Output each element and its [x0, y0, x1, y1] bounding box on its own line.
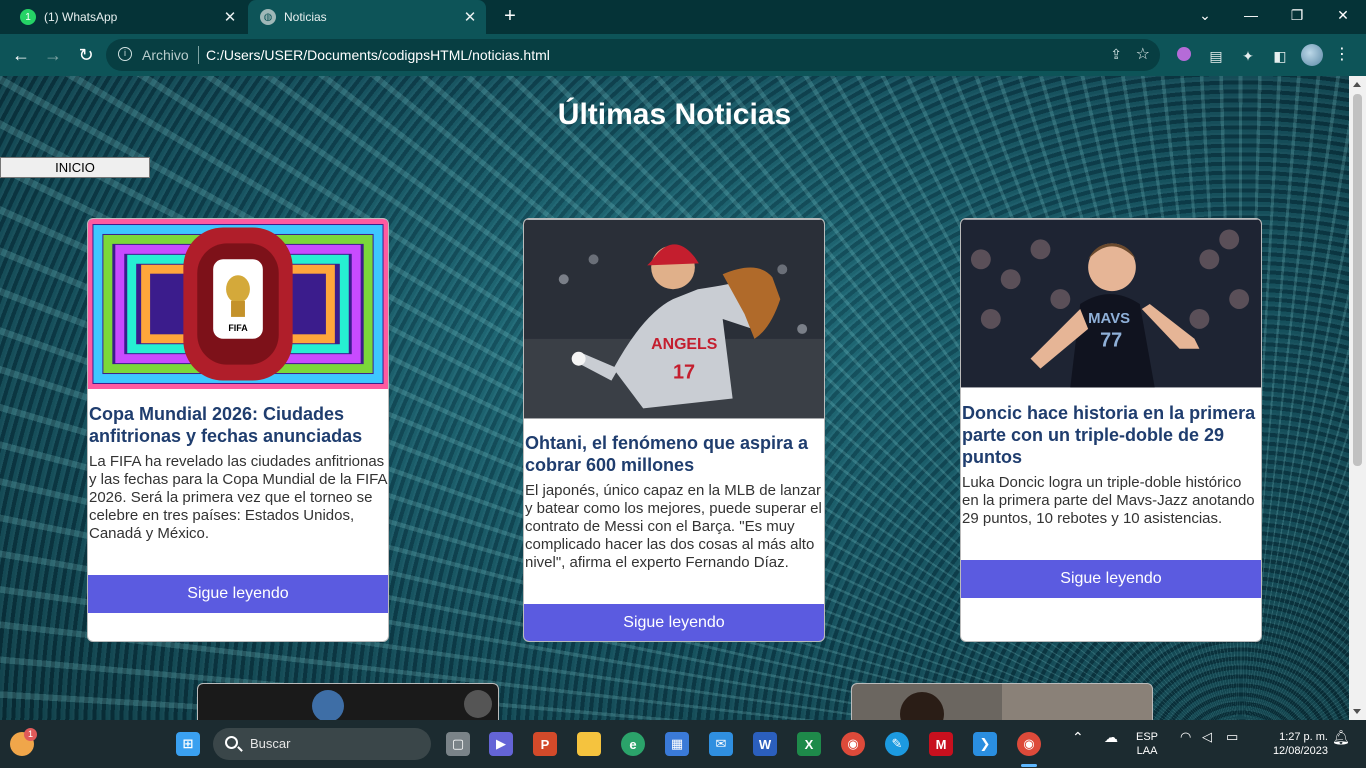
page-viewport: Últimas Noticias INICIO FIFA Copa Mundia…: [0, 76, 1349, 720]
notification-badge: 1: [24, 728, 37, 741]
tab-title: Noticias: [284, 10, 327, 24]
volume-icon[interactable]: ◁: [1202, 730, 1212, 744]
chevron-up-icon[interactable]: ⌃: [1072, 730, 1084, 744]
powerpoint-icon[interactable]: P: [533, 732, 557, 756]
card-text: El japonés, único capaz en la MLB de lan…: [525, 482, 822, 571]
close-window-button[interactable]: ✕: [1320, 0, 1366, 34]
news-card-partial: [197, 683, 499, 720]
extension-icon[interactable]: [1174, 46, 1194, 66]
restore-button[interactable]: ❐: [1274, 0, 1320, 34]
card-title: Doncic hace historia en la primera parte…: [962, 403, 1256, 467]
inicio-button[interactable]: INICIO: [0, 157, 150, 178]
card-text: Luka Doncic logra un triple-doble histór…: [962, 474, 1255, 527]
page-scrollbar[interactable]: [1349, 76, 1366, 720]
side-panel-icon[interactable]: ◧: [1270, 46, 1290, 66]
jersey-number: 77: [1100, 330, 1122, 352]
read-more-button[interactable]: Sigue leyendo: [88, 575, 388, 613]
doncic-image: MAVS 77: [961, 219, 1261, 388]
teams-icon[interactable]: ▶: [489, 732, 513, 756]
search-icon: [225, 736, 238, 749]
language-code: ESP: [1136, 731, 1159, 743]
word-icon[interactable]: W: [753, 732, 777, 756]
minimize-button[interactable]: —: [1228, 0, 1274, 34]
new-tab-button[interactable]: +: [498, 4, 522, 30]
edge-icon[interactable]: e: [621, 732, 645, 756]
onedrive-icon[interactable]: ☁: [1104, 730, 1118, 744]
store-icon[interactable]: ▦: [665, 732, 689, 756]
whatsapp-icon: 1: [20, 9, 36, 25]
document-icon[interactable]: ▤: [1206, 46, 1226, 66]
tab-whatsapp[interactable]: 1 (1) WhatsApp ✕: [8, 0, 246, 34]
ohtani-pitching-image: ANGELS 17: [524, 219, 824, 419]
reload-icon[interactable]: ↻: [74, 43, 98, 67]
feather-app-icon[interactable]: ✎: [885, 732, 909, 756]
jersey-text: ANGELS: [651, 336, 717, 353]
language-indicator[interactable]: ESP LAA: [1136, 730, 1158, 758]
read-more-button[interactable]: Sigue leyendo: [524, 604, 824, 641]
vscode-icon[interactable]: ❯: [973, 732, 997, 756]
boxing-image: [198, 684, 498, 720]
jersey-text: MAVS: [1088, 311, 1130, 327]
mail-icon[interactable]: ✉: [709, 732, 733, 756]
wifi-icon[interactable]: ◠: [1180, 730, 1191, 744]
news-card: ANGELS 17 Ohtani, el fenómeno que aspira…: [523, 218, 825, 642]
excel-icon[interactable]: X: [797, 732, 821, 756]
tab-noticias[interactable]: ◍ Noticias ✕: [248, 0, 486, 34]
address-url[interactable]: C:/Users/USER/Documents/codigpsHTML/noti…: [206, 47, 550, 63]
start-icon[interactable]: ⊞: [176, 732, 200, 756]
globe-icon: ◍: [260, 9, 276, 25]
tab-strip: 1 (1) WhatsApp ✕ ◍ Noticias ✕ + ⌄ — ❐ ✕: [0, 0, 1366, 34]
browser-toolbar: ← → ↻ i Archivo C:/Users/USER/Documents/…: [0, 34, 1366, 76]
battery-icon[interactable]: ▭: [1226, 730, 1238, 744]
bookmark-star-icon[interactable]: ☆: [1136, 44, 1150, 64]
keyboard-layout: LAA: [1136, 745, 1158, 757]
address-bar[interactable]: i Archivo C:/Users/USER/Documents/codigp…: [106, 39, 1160, 71]
windows-taskbar: 1 ⊞ Buscar ▢ ▶ P e ▦ ✉ W X ◉ ✎ M ❯ ◉ ⌃ ☁…: [0, 720, 1366, 768]
share-icon[interactable]: ⇪: [1110, 46, 1122, 63]
extensions-puzzle-icon[interactable]: ✦: [1238, 46, 1258, 66]
chrome-icon[interactable]: ◉: [841, 732, 865, 756]
chrome-active-icon[interactable]: ◉: [1017, 732, 1041, 756]
news-card: MAVS 77 Doncic hace historia en la prime…: [960, 218, 1262, 642]
forward-icon[interactable]: →: [41, 43, 65, 67]
scroll-down-arrow-icon[interactable]: [1353, 709, 1361, 714]
notification-bell-icon[interactable]: 🔔︎: [1332, 730, 1350, 744]
scroll-up-arrow-icon[interactable]: [1353, 82, 1361, 87]
address-separator: [198, 46, 199, 64]
taskbar-search[interactable]: Buscar: [213, 728, 431, 760]
file-explorer-icon[interactable]: [577, 732, 601, 756]
menu-dots-icon[interactable]: ⋮: [1334, 44, 1350, 64]
card-title: Copa Mundial 2026: Ciudades anfitrionas …: [89, 404, 363, 446]
athlete-image: [852, 684, 1152, 720]
address-scheme: Archivo: [142, 47, 189, 63]
search-label: Buscar: [250, 736, 291, 751]
profile-avatar[interactable]: [1301, 44, 1323, 66]
read-more-button[interactable]: Sigue leyendo: [961, 560, 1261, 598]
back-icon[interactable]: ←: [9, 43, 33, 67]
info-icon[interactable]: i: [118, 47, 132, 61]
news-card: FIFA Copa Mundial 2026: Ciudades anfitri…: [87, 218, 389, 642]
tab-search-icon[interactable]: ⌄: [1182, 0, 1228, 34]
clock-time: 1:27 p. m.: [1279, 731, 1328, 743]
active-app-indicator: [1021, 764, 1037, 767]
jersey-number: 17: [673, 362, 695, 384]
clock-date: 12/08/2023: [1272, 745, 1328, 757]
world-cup-2026-image: FIFA: [88, 219, 388, 389]
close-tab-icon[interactable]: ✕: [220, 8, 240, 26]
clock[interactable]: 1:27 p. m. 12/08/2023: [1258, 730, 1328, 758]
tab-title: (1) WhatsApp: [44, 10, 118, 24]
card-title: Ohtani, el fenómeno que aspira a cobrar …: [525, 433, 809, 475]
close-tab-icon[interactable]: ✕: [460, 8, 480, 26]
scrollbar-thumb[interactable]: [1353, 94, 1362, 466]
mcafee-icon[interactable]: M: [929, 732, 953, 756]
task-view-icon[interactable]: ▢: [446, 732, 470, 756]
card-text: La FIFA ha revelado las ciudades anfitri…: [89, 453, 387, 542]
fifa-logo-text: FIFA: [228, 323, 248, 333]
page-title: Últimas Noticias: [557, 98, 792, 131]
news-card-partial: [851, 683, 1153, 720]
